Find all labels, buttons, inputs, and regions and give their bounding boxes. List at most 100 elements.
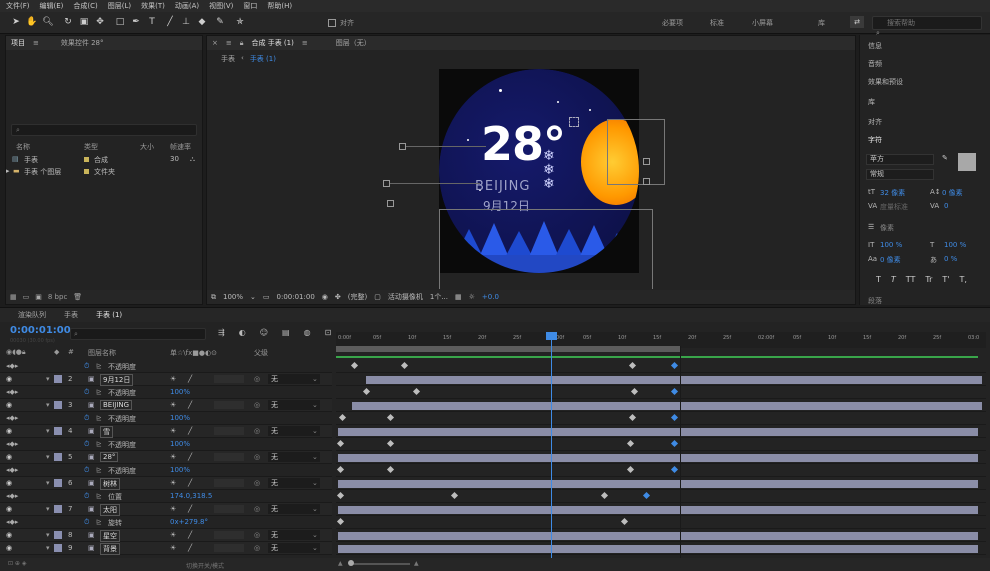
property-row[interactable]: ◂◆▸ ⏱︎ ⊵ 不透明度 100% (0, 438, 332, 451)
switch-slots[interactable] (214, 401, 244, 409)
switch-slots[interactable] (214, 544, 244, 552)
selection-tool-icon[interactable]: ➤ (10, 16, 22, 28)
hand-tool-icon[interactable]: ✋ (26, 16, 38, 28)
label-color-icon[interactable] (54, 375, 62, 383)
fill-color-swatch[interactable] (958, 153, 976, 171)
chevron-down-icon[interactable]: ⌄ (312, 544, 318, 552)
graph-icon[interactable]: ⊵ (96, 492, 102, 500)
column-size[interactable]: 大小 (140, 142, 154, 152)
quality-switch-icon[interactable]: ╱ (188, 375, 192, 383)
anchor-handle[interactable] (387, 200, 394, 207)
keyframe-icon[interactable] (362, 387, 371, 396)
layer-name[interactable]: 星空 (100, 530, 120, 542)
zoom-in-icon[interactable]: ▲ (414, 560, 419, 567)
layer-track[interactable] (336, 399, 986, 412)
column-type[interactable]: 类型 (84, 142, 98, 152)
parent-pickwhip-icon[interactable]: ◎ (254, 401, 260, 409)
snap-checkbox[interactable] (328, 19, 336, 27)
stopwatch-icon[interactable]: ⏱︎ (84, 388, 89, 397)
layer-search-input[interactable]: ⌕ (70, 328, 206, 340)
puppet-tool-icon[interactable]: ✯ (234, 16, 246, 28)
paragraph-tab[interactable]: 段落 (868, 296, 882, 306)
menu-icon[interactable]: ≡ (226, 39, 232, 47)
vertical-scale-value[interactable]: 100 % (880, 241, 902, 249)
audio-panel-tab[interactable]: 音频 (868, 59, 882, 69)
menu-window[interactable]: 窗口 (243, 1, 257, 11)
all-caps-button[interactable]: TT (906, 275, 916, 284)
keyframe-icon[interactable] (336, 439, 345, 448)
color-icon[interactable]: ✤ (335, 293, 341, 301)
small-caps-button[interactable]: Tr (925, 275, 932, 284)
baseline-value[interactable]: 0 像素 (880, 255, 901, 265)
keyframe-nav-icon[interactable]: ◂◆▸ (6, 466, 18, 474)
effects-presets-tab[interactable]: 效果和预设 (868, 77, 903, 87)
keyframe-icon[interactable] (386, 465, 395, 474)
quality-switch-icon[interactable]: ╱ (188, 427, 192, 435)
visibility-eye-icon[interactable]: ◉ (6, 544, 12, 552)
pen-tool-icon[interactable]: ✒ (130, 16, 142, 28)
keyframe-icon[interactable] (670, 439, 679, 448)
property-track[interactable] (336, 490, 986, 503)
shy-switch-icon[interactable]: ☀ (170, 427, 176, 435)
graph-icon[interactable]: ⊵ (96, 388, 102, 396)
layer-row[interactable]: ◉ ▾ 4 ▣ 雪 ☀ ╱ ◎ 无 ⌄ (0, 425, 332, 438)
tab-composition[interactable]: 合成 手表 (1) (251, 38, 293, 48)
shy-switch-icon[interactable]: ☀ (170, 401, 176, 409)
draft-3d-icon[interactable]: ◐ (239, 328, 246, 337)
quality-switch-icon[interactable]: ╱ (188, 479, 192, 487)
chevron-down-icon[interactable]: ⌄ (312, 531, 318, 539)
layer-duration-bar[interactable] (338, 480, 978, 488)
zoom-slider-handle[interactable] (348, 560, 354, 566)
property-row[interactable]: ◂◆▸ ⏱︎ ⊵ 不透明度 100% (0, 412, 332, 425)
label-color-icon[interactable] (54, 427, 62, 435)
tab-watch[interactable]: 手表 (64, 310, 78, 320)
workspace-essentials[interactable]: 必要项 (662, 18, 683, 28)
rectangle-tool-icon[interactable]: □ (114, 16, 126, 28)
flowchart-icon[interactable]: ⛬ (190, 155, 195, 164)
expand-arrow-icon[interactable]: ▾ (46, 401, 50, 409)
stopwatch-icon[interactable]: ⏱︎ (84, 414, 89, 423)
keyframe-icon[interactable] (386, 413, 395, 422)
stroke-width-value[interactable]: 像素 (880, 223, 894, 233)
property-track[interactable] (336, 386, 986, 399)
column-fps[interactable]: 帧速率 (170, 142, 191, 152)
workspace-standard[interactable]: 标准 (710, 18, 724, 28)
keyframe-nav-icon[interactable]: ◂◆▸ (6, 492, 18, 500)
motion-blur-icon[interactable]: ◍ (304, 328, 311, 337)
keyframe-nav-icon[interactable]: ◂◆▸ (6, 362, 18, 370)
project-item[interactable]: ▸ ▬ 手表 个图层 文件夹 (6, 166, 202, 177)
anchor-handle[interactable] (643, 158, 650, 165)
frame-icon[interactable]: ▭ (263, 293, 270, 301)
graph-icon[interactable]: ⊵ (96, 362, 102, 370)
bold-button[interactable]: T (876, 275, 881, 284)
visibility-eye-icon[interactable]: ◉ (6, 375, 12, 383)
keyframe-icon[interactable] (450, 491, 459, 500)
visibility-eye-icon[interactable]: ◉ (6, 427, 12, 435)
layer-duration-bar[interactable] (352, 402, 982, 410)
keyframe-icon[interactable] (600, 491, 609, 500)
menu-effect[interactable]: 效果(T) (141, 1, 165, 11)
property-value[interactable]: 0x+279.8° (170, 518, 208, 526)
column-parent[interactable]: 父级 (254, 348, 268, 358)
switch-slots[interactable] (214, 531, 244, 539)
rotate-tool-icon[interactable]: ↻ (62, 16, 74, 28)
text-tool-icon[interactable]: T (146, 16, 158, 28)
keyframe-icon[interactable] (336, 491, 345, 500)
workspace-libraries[interactable]: 库 (818, 18, 825, 28)
comp-flowchart-icon[interactable]: ⇶ (218, 328, 225, 337)
align-tab[interactable]: 对齐 (868, 117, 882, 127)
menu-icon[interactable]: ≡ (302, 39, 308, 47)
property-track[interactable] (336, 412, 986, 425)
preview-icon[interactable]: ⧉ (211, 293, 216, 302)
italic-button[interactable]: T (891, 275, 896, 284)
sync-icon[interactable]: ⇄ (850, 16, 864, 28)
layer-name[interactable]: BEIJING (100, 400, 133, 410)
layer-track[interactable] (336, 503, 986, 516)
keyframe-icon[interactable] (670, 387, 679, 396)
trash-icon[interactable]: 🗑︎ (73, 293, 82, 301)
quality-switch-icon[interactable]: ╱ (188, 453, 192, 461)
label-color-icon[interactable] (54, 531, 62, 539)
property-value[interactable]: 100% (170, 388, 190, 396)
layer-name[interactable]: 背景 (100, 543, 120, 555)
tab-render-queue[interactable]: 渲染队列 (18, 310, 46, 320)
